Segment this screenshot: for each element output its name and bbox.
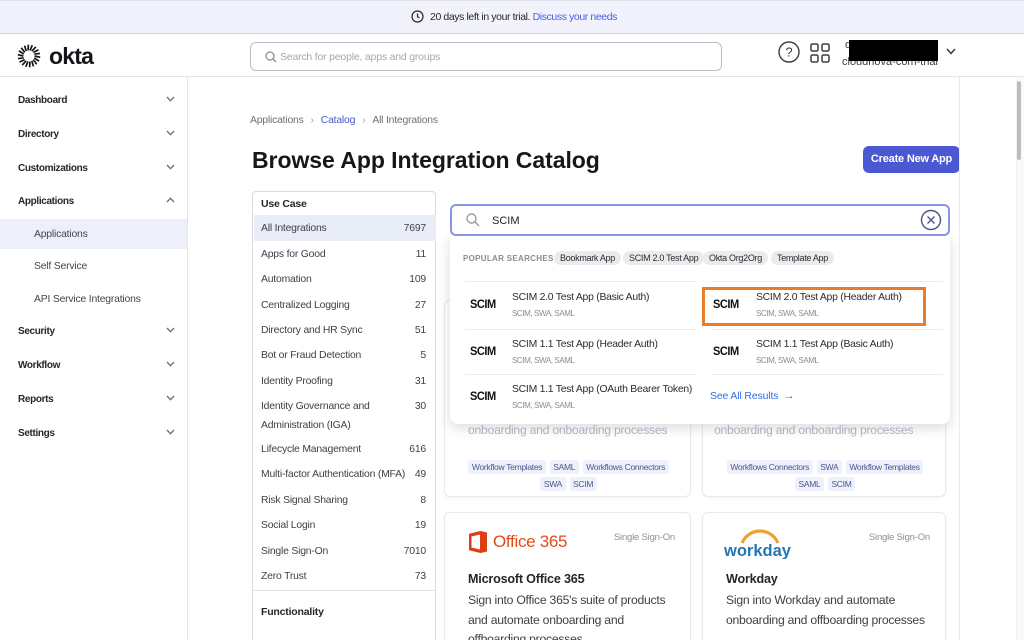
svg-text:workday: workday [723, 542, 792, 559]
svg-text:?: ? [785, 45, 792, 60]
